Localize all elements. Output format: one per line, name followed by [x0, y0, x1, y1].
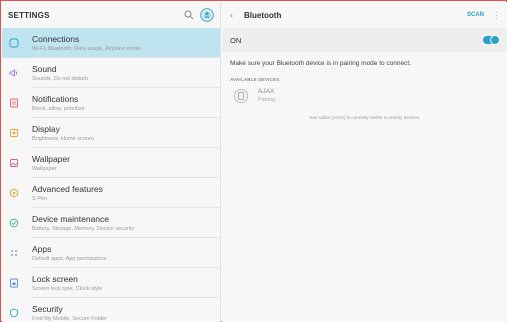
settings-item-display[interactable]: Display Brightness, Home screen: [2, 118, 220, 148]
pairing-hint: Make sure your Bluetooth device is in pa…: [230, 60, 412, 67]
settings-item-connections[interactable]: Connections Wi-Fi, Bluetooth, Data usage,…: [2, 28, 220, 58]
settings-item-text: Display Brightness, Home screen: [32, 124, 94, 142]
settings-item-subtitle: Default apps, App permissions: [32, 256, 107, 262]
search-icon[interactable]: [182, 8, 196, 22]
settings-item-title: Wallpaper: [32, 154, 70, 164]
settings-item-subtitle: Battery, Storage, Memory, Device securit…: [32, 226, 135, 232]
device-status: Pairing...: [258, 97, 280, 103]
settings-item-text: Lock screen Screen lock type, Clock style: [32, 274, 102, 292]
settings-item-subtitle: Find My Mobile, Secure Folder: [32, 316, 107, 322]
settings-item-title: Device maintenance: [32, 214, 110, 224]
settings-item-title: Lock screen: [32, 274, 78, 284]
settings-item-device-maintenance[interactable]: Device maintenance Battery, Storage, Memo…: [2, 208, 220, 238]
settings-item-subtitle: S Pen: [32, 196, 47, 202]
bluetooth-header: ‹ Bluetooth SCAN ⋮: [222, 2, 507, 28]
visibility-note: Your tablet (AJAX) is currently visible …: [308, 115, 421, 120]
device-name: AJAX: [258, 88, 275, 95]
settings-item-title: Apps: [32, 244, 52, 254]
settings-item-subtitle: Sounds, Do not disturb: [32, 76, 88, 82]
settings-item-subtitle: Brightness, Home screen: [32, 136, 94, 142]
settings-item-text: Wallpaper Wallpaper: [32, 154, 70, 172]
bluetooth-title: Bluetooth: [244, 10, 282, 20]
settings-item-notifications[interactable]: Notifications Block, allow, prioritize: [2, 88, 220, 118]
settings-item-title: Display: [32, 124, 60, 134]
settings-item-subtitle: Wi-Fi, Bluetooth, Data usage, Airplane m…: [32, 46, 141, 52]
settings-item-sound[interactable]: Sound Sounds, Do not disturb: [2, 58, 220, 88]
settings-item-subtitle: Screen lock type, Clock style: [32, 286, 103, 292]
back-icon[interactable]: ‹: [230, 10, 244, 20]
settings-item-text: Notifications Block, allow, prioritize: [32, 94, 85, 112]
account-icon[interactable]: [200, 8, 214, 22]
settings-item-text: Apps Default apps, App permissions: [32, 244, 106, 262]
settings-item-wallpaper[interactable]: Wallpaper Wallpaper: [2, 148, 220, 178]
settings-item-text: Device maintenance Battery, Storage, Memo…: [32, 214, 134, 232]
sound-icon: [8, 67, 20, 79]
bluetooth-on-label: ON: [230, 35, 242, 45]
settings-item-advanced-features[interactable]: Advanced features S Pen: [2, 178, 220, 208]
wallpaper-icon: [8, 157, 20, 169]
security-icon: [8, 307, 20, 319]
lock-screen-icon: [8, 277, 20, 289]
screen-frame: SETTINGS Connections Wi-Fi, Bluetooth, Da…: [0, 0, 507, 322]
settings-item-title: Advanced features: [32, 184, 103, 194]
bluetooth-toggle-row[interactable]: ON: [222, 28, 507, 52]
settings-item-title: Notifications: [32, 94, 79, 104]
more-options-icon[interactable]: ⋮: [492, 10, 501, 21]
settings-item-subtitle: Block, allow, prioritize: [32, 106, 85, 112]
settings-item-text: Advanced features S Pen: [32, 184, 103, 202]
settings-panel: SETTINGS Connections Wi-Fi, Bluetooth, Da…: [2, 2, 221, 322]
device-maintenance-icon: [8, 217, 20, 229]
advanced-features-icon: [8, 187, 20, 199]
settings-item-title: Security: [32, 304, 63, 314]
settings-item-text: Connections Wi-Fi, Bluetooth, Data usage,…: [32, 34, 141, 52]
settings-item-text: Sound Sounds, Do not disturb: [32, 64, 88, 82]
settings-item-subtitle: Wallpaper: [32, 166, 57, 172]
settings-item-apps[interactable]: Apps Default apps, App permissions: [2, 238, 220, 268]
settings-header: SETTINGS: [2, 2, 220, 28]
settings-item-lock-screen[interactable]: Lock screen Screen lock type, Clock style: [2, 268, 220, 298]
settings-item-text: Security Find My Mobile, Secure Folder: [32, 304, 107, 322]
tablet-icon: [234, 88, 248, 103]
device-item[interactable]: AJAX Pairing...: [222, 82, 507, 107]
bluetooth-toggle[interactable]: [483, 35, 500, 45]
connections-icon: [8, 37, 20, 49]
notifications-icon: [8, 97, 20, 109]
settings-item-security[interactable]: Security Find My Mobile, Secure Folder: [2, 298, 220, 322]
settings-item-title: Connections: [32, 34, 80, 44]
display-icon: [8, 127, 20, 139]
bluetooth-panel: ‹ Bluetooth SCAN ⋮ ON Make sure your Blu…: [222, 2, 507, 322]
apps-icon: [8, 247, 20, 259]
scan-button[interactable]: SCAN: [467, 12, 484, 18]
settings-item-title: Sound: [32, 64, 57, 74]
settings-title: SETTINGS: [8, 10, 50, 20]
